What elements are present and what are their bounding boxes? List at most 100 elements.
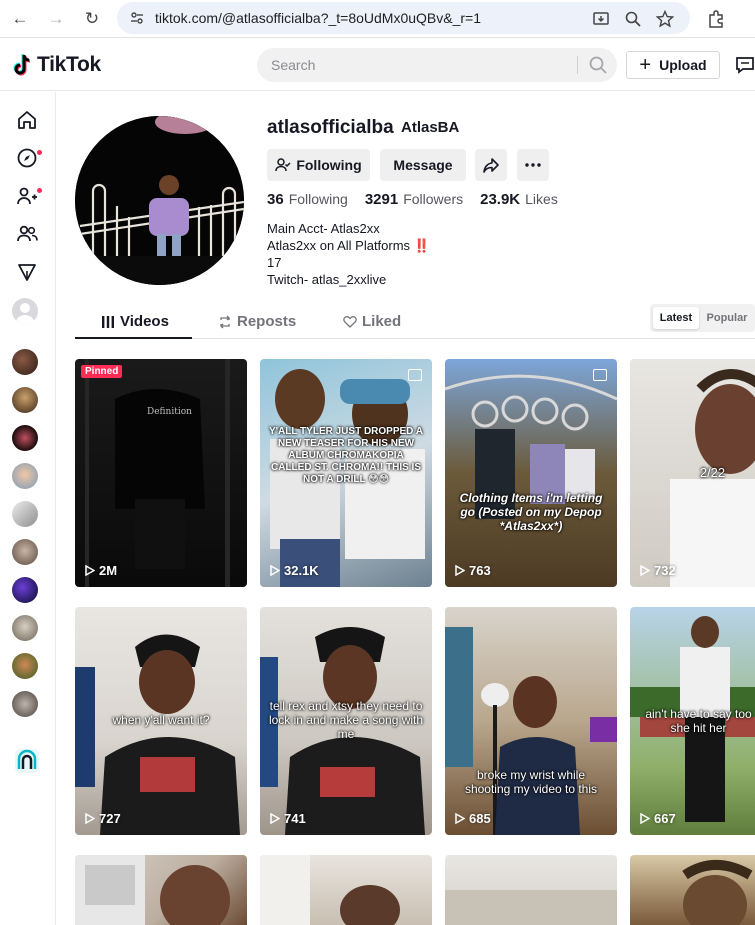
video-tile[interactable]: ain't have to say too she hit her 667 — [630, 607, 755, 835]
video-tile[interactable]: Y'ALL TYLER JUST DROPPED A NEW TEASER FO… — [260, 359, 432, 587]
url-text[interactable]: tiktok.com/@atlasofficialba?_t=8oUdMx0uQ… — [155, 10, 481, 26]
site-info-icon[interactable] — [129, 10, 145, 26]
play-icon — [85, 565, 95, 576]
video-caption: tell rex and xtsy they need to lock in a… — [268, 699, 424, 741]
pinned-badge: Pinned — [81, 365, 123, 378]
view-count: 2M — [85, 563, 117, 578]
repost-icon — [220, 315, 230, 328]
upload-button[interactable]: + Upload — [626, 51, 720, 79]
video-caption: Y'ALL TYLER JUST DROPPED A NEW TEASER FO… — [268, 426, 424, 485]
video-tile[interactable] — [75, 855, 247, 925]
video-caption: Clothing Items i'm letting go (Posted on… — [459, 491, 603, 533]
followed-account-avatar[interactable] — [12, 615, 38, 641]
followers-label: Followers — [403, 191, 464, 207]
view-count: 32.1K — [270, 563, 319, 578]
more-options-button[interactable] — [517, 149, 549, 181]
photo-carousel-icon — [593, 369, 607, 381]
plus-icon: + — [639, 54, 652, 76]
install-app-icon[interactable] — [592, 10, 610, 28]
followed-account-avatar[interactable] — [12, 577, 38, 603]
share-icon — [483, 158, 499, 173]
likes-count: 23.9K — [480, 191, 521, 208]
stat-following[interactable]: 36 Following — [267, 191, 348, 208]
message-button[interactable]: Message — [380, 149, 466, 181]
address-bar[interactable]: tiktok.com/@atlasofficialba?_t=8oUdMx0uQ… — [117, 2, 690, 34]
video-tile[interactable]: broke my wrist while shooting my video t… — [445, 607, 617, 835]
upload-label: Upload — [659, 57, 707, 73]
video-caption: 2/22 — [699, 465, 726, 480]
inbox-icon[interactable] — [735, 55, 755, 75]
video-tile[interactable]: Definition Pinned 2M — [75, 359, 247, 587]
play-icon — [640, 813, 650, 824]
video-tile[interactable]: tell rex and xtsy they need to lock in a… — [260, 607, 432, 835]
bio-line: Twitch- atlas_2xxlive — [267, 272, 387, 287]
zoom-icon[interactable] — [624, 10, 642, 28]
explore-icon[interactable] — [16, 147, 38, 169]
profile-bio: Main Acct- Atlas2xx Atlas2xx on All Plat… — [267, 220, 430, 288]
tiktok-logo[interactable]: TikTok — [12, 51, 101, 79]
followed-account-avatar[interactable] — [12, 653, 38, 679]
reload-icon[interactable]: ↻ — [82, 9, 102, 29]
search-icon[interactable] — [588, 55, 608, 75]
svg-text:Definition: Definition — [147, 407, 192, 417]
followed-account-avatar[interactable] — [12, 349, 38, 375]
view-count-text: 732 — [654, 563, 676, 578]
friends-icon[interactable] — [16, 223, 38, 245]
sort-latest[interactable]: Latest — [653, 307, 699, 329]
view-count: 685 — [455, 811, 491, 826]
forward-icon[interactable]: → — [46, 9, 66, 29]
stat-followers[interactable]: 3291 Followers — [365, 191, 463, 208]
tab-reposts[interactable]: Reposts — [218, 313, 296, 330]
more-icon — [525, 163, 541, 167]
profile-stats: 36 Following 3291 Followers 23.9K Likes — [267, 191, 558, 208]
video-tile[interactable] — [630, 855, 755, 925]
extensions-icon[interactable] — [706, 9, 726, 29]
active-tab-indicator — [75, 337, 192, 339]
video-tile[interactable]: when y'all want it? 727 — [75, 607, 247, 835]
following-icon[interactable] — [16, 185, 38, 207]
effect-house-icon[interactable] — [14, 748, 40, 774]
bookmark-star-icon[interactable] — [655, 9, 675, 28]
followed-account-avatar[interactable] — [12, 691, 38, 717]
profile-avatar-icon[interactable] — [12, 298, 38, 324]
view-count-text: 32.1K — [284, 563, 319, 578]
browser-toolbar: ← → ↻ tiktok.com/@atlasofficialba?_t=8oU… — [0, 0, 755, 38]
followed-account-avatar[interactable] — [12, 501, 38, 527]
search-input[interactable]: Search — [271, 57, 315, 73]
video-tile[interactable] — [260, 855, 432, 925]
tab-liked[interactable]: Liked — [343, 313, 401, 330]
photo-carousel-icon — [408, 369, 422, 381]
view-count-text: 2M — [99, 563, 118, 578]
play-icon — [640, 565, 650, 576]
video-tile[interactable] — [445, 855, 617, 925]
followed-account-avatar[interactable] — [12, 425, 38, 451]
likes-label: Likes — [525, 191, 558, 207]
search-divider — [577, 56, 578, 74]
view-count-text: 741 — [284, 811, 306, 826]
video-tile[interactable]: 2/22 732 — [630, 359, 755, 587]
search-bar[interactable]: Search — [257, 48, 617, 82]
followed-account-avatar[interactable] — [12, 539, 38, 565]
video-tile[interactable]: Clothing Items i'm letting go (Posted on… — [445, 359, 617, 587]
grid-icon — [102, 315, 114, 328]
logo-text: TikTok — [37, 53, 101, 76]
view-count: 667 — [640, 811, 676, 826]
following-button[interactable]: Following — [267, 149, 370, 181]
tab-liked-label: Liked — [362, 313, 402, 330]
sort-popular[interactable]: Popular — [701, 307, 753, 329]
share-button[interactable] — [475, 149, 507, 181]
view-count: 763 — [455, 563, 491, 578]
back-icon[interactable]: ← — [10, 9, 30, 29]
view-count-text: 763 — [469, 563, 491, 578]
user-check-icon — [275, 158, 291, 172]
followed-account-avatar[interactable] — [12, 463, 38, 489]
live-send-icon[interactable] — [16, 261, 38, 283]
bio-line: 17 — [267, 255, 282, 270]
profile-avatar[interactable] — [75, 116, 244, 285]
home-icon[interactable] — [16, 109, 38, 131]
bio-line: Atlas2xx on All Platforms ‼️ — [267, 238, 430, 253]
followed-account-avatar[interactable] — [12, 387, 38, 413]
tab-videos[interactable]: Videos — [102, 313, 169, 330]
play-icon — [455, 565, 465, 576]
video-caption: broke my wrist while shooting my video t… — [464, 768, 598, 796]
